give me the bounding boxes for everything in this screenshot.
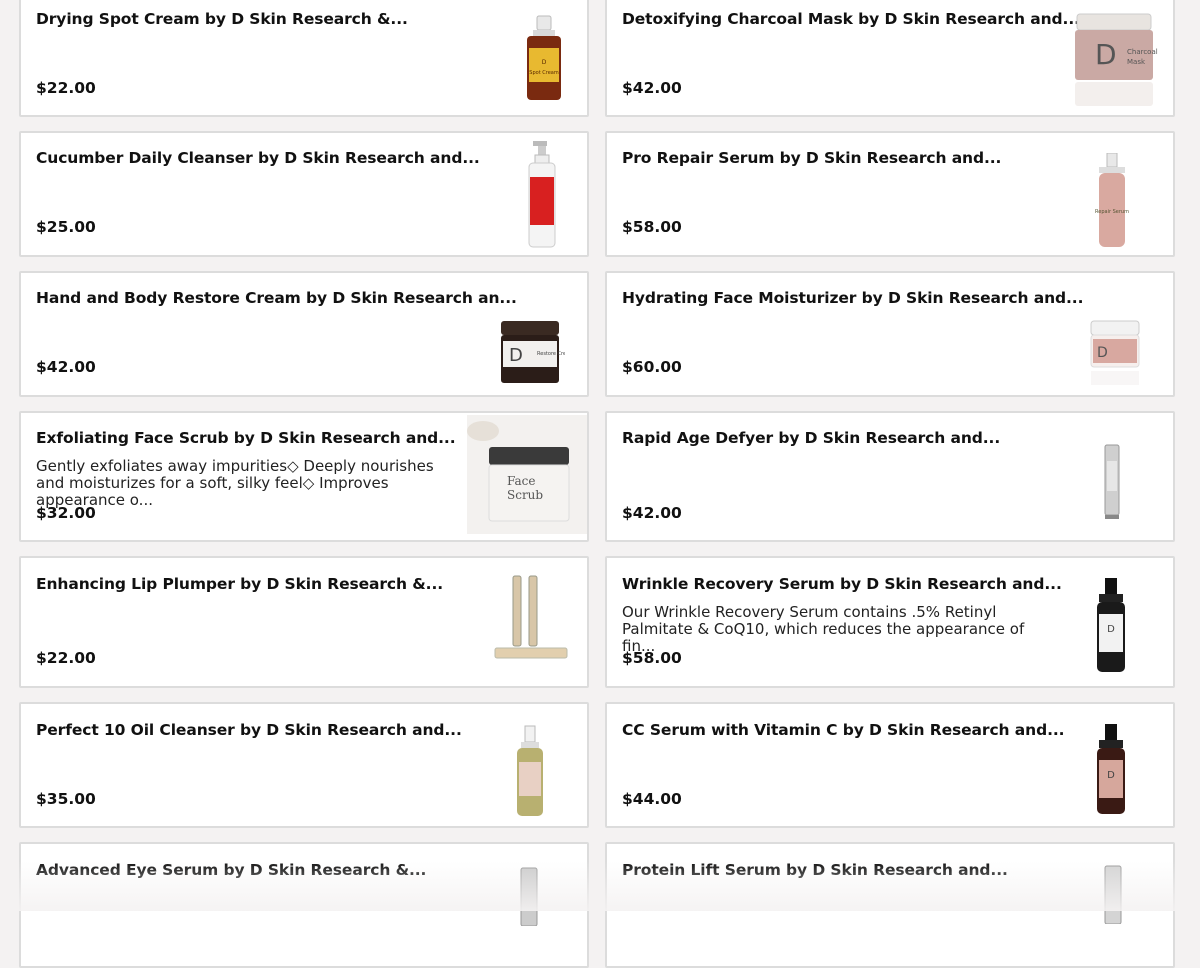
product-title[interactable]: Advanced Eye Serum by D Skin Research &.… [36, 861, 426, 879]
product-price: $58.00 [622, 218, 682, 236]
product-card[interactable]: Hydrating Face Moisturizer by D Skin Res… [605, 271, 1175, 397]
product-card[interactable]: Advanced Eye Serum by D Skin Research &.… [19, 842, 589, 968]
product-title[interactable]: CC Serum with Vitamin C by D Skin Resear… [622, 721, 1065, 739]
product-card[interactable]: Hand and Body Restore Cream by D Skin Re… [19, 271, 589, 397]
product-title[interactable]: Perfect 10 Oil Cleanser by D Skin Resear… [36, 721, 462, 739]
charcoal-mask-jar-icon: D Charcoal Mask [1069, 12, 1173, 112]
svg-text:Restore Cream: Restore Cream [537, 351, 565, 357]
svg-text:Spot Cream: Spot Cream [529, 70, 559, 76]
product-title[interactable]: Exfoliating Face Scrub by D Skin Researc… [36, 429, 456, 447]
product-price: $22.00 [36, 79, 96, 97]
product-price: $42.00 [622, 79, 682, 97]
oil-cleanser-pump-bottle-icon [511, 724, 615, 824]
product-card[interactable]: Pro Repair Serum by D Skin Research and.… [605, 131, 1175, 257]
product-price: $42.00 [36, 358, 96, 376]
svg-text:D: D [509, 345, 523, 366]
product-price: $25.00 [36, 218, 96, 236]
product-title[interactable]: Rapid Age Defyer by D Skin Research and.… [622, 429, 1000, 447]
svg-text:Mask: Mask [1127, 58, 1146, 66]
product-card[interactable]: Exfoliating Face Scrub by D Skin Researc… [19, 411, 589, 542]
product-card[interactable]: Drying Spot Cream by D Skin Research &..… [19, 0, 589, 117]
product-title[interactable]: Drying Spot Cream by D Skin Research &..… [36, 10, 408, 28]
product-title[interactable]: Protein Lift Serum by D Skin Research an… [622, 861, 1008, 879]
eye-serum-tube-icon [515, 866, 619, 926]
svg-text:Charcoal: Charcoal [1127, 48, 1158, 56]
svg-text:D: D [1107, 624, 1115, 635]
product-price: $22.00 [36, 649, 96, 667]
product-price: $42.00 [622, 504, 682, 522]
svg-text:D: D [1097, 345, 1108, 361]
pump-bottle-red-label-icon [491, 141, 595, 251]
svg-text:D: D [1095, 38, 1117, 71]
product-card[interactable]: Enhancing Lip Plumper by D Skin Research… [19, 556, 589, 688]
svg-text:Scrub: Scrub [507, 488, 543, 502]
serum-pump-bottle-pink-icon: Repair Serum [1069, 153, 1173, 253]
product-price: $60.00 [622, 358, 682, 376]
white-moisturizer-jar-icon: D [1087, 319, 1191, 389]
product-price: $32.00 [36, 504, 96, 522]
product-title[interactable]: Wrinkle Recovery Serum by D Skin Researc… [622, 575, 1062, 593]
product-card[interactable]: Protein Lift Serum by D Skin Research an… [605, 842, 1175, 968]
product-price: $35.00 [36, 790, 96, 808]
face-scrub-jar-icon: Face Scrub [467, 415, 587, 534]
product-card[interactable]: Perfect 10 Oil Cleanser by D Skin Resear… [19, 702, 589, 828]
product-card[interactable]: Wrinkle Recovery Serum by D Skin Researc… [605, 556, 1175, 688]
product-card[interactable]: Rapid Age Defyer by D Skin Research and.… [605, 411, 1175, 542]
product-title[interactable]: Enhancing Lip Plumper by D Skin Research… [36, 575, 443, 593]
svg-text:D: D [542, 59, 547, 66]
product-price: $58.00 [622, 649, 682, 667]
product-title[interactable]: Hydrating Face Moisturizer by D Skin Res… [622, 289, 1083, 307]
product-price: $44.00 [622, 790, 682, 808]
dark-cream-jar-icon: D Restore Cream [495, 319, 599, 393]
lip-plumper-tubes-icon [491, 574, 595, 674]
product-title[interactable]: Cucumber Daily Cleanser by D Skin Resear… [36, 149, 480, 167]
product-card[interactable]: Cucumber Daily Cleanser by D Skin Resear… [19, 131, 589, 257]
dropper-bottle-amber-icon: D Spot Cream [493, 14, 597, 114]
product-description: Gently exfoliates away impurities◇ Deepl… [36, 457, 434, 509]
product-title[interactable]: Pro Repair Serum by D Skin Research and.… [622, 149, 1001, 167]
svg-text:Face: Face [507, 474, 536, 488]
svg-text:D: D [1107, 770, 1115, 781]
product-card[interactable]: CC Serum with Vitamin C by D Skin Resear… [605, 702, 1175, 828]
slim-silver-tube-icon [1097, 443, 1200, 523]
black-serum-pump-white-label-icon: D [1087, 576, 1191, 676]
svg-text:Repair Serum: Repair Serum [1095, 209, 1129, 215]
product-card[interactable]: Detoxifying Charcoal Mask by D Skin Rese… [605, 0, 1175, 117]
protein-lift-tube-icon [1099, 864, 1200, 924]
product-title[interactable]: Hand and Body Restore Cream by D Skin Re… [36, 289, 517, 307]
product-title[interactable]: Detoxifying Charcoal Mask by D Skin Rese… [622, 10, 1080, 28]
product-description: Our Wrinkle Recovery Serum contains .5% … [622, 603, 1025, 655]
black-serum-pump-pink-label-icon: D [1087, 722, 1191, 822]
